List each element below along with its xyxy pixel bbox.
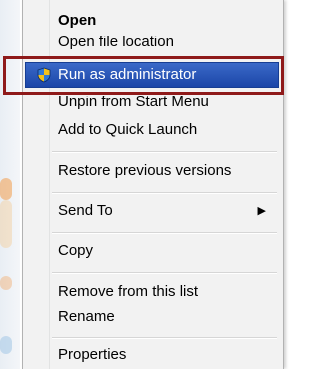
background-icon (0, 178, 12, 200)
background-window (0, 0, 20, 369)
chevron-right-icon: ▶ (257, 205, 266, 217)
menu-separator (52, 192, 277, 194)
menu-item-label: Unpin from Start Menu (58, 96, 209, 110)
uac-shield-icon (37, 67, 51, 83)
background-icon (0, 336, 12, 354)
menu-item-open-file-location[interactable]: Open file location (26, 36, 278, 53)
menu-item-run-as-administrator[interactable]: Run as administrator (25, 62, 279, 88)
menu-item-label: Send To (58, 202, 113, 219)
menu-separator (52, 272, 277, 274)
menu-item-label: Open file location (58, 36, 174, 50)
menu-item-unpin-start-menu[interactable]: Unpin from Start Menu (26, 96, 278, 113)
menu-item-restore-previous-versions[interactable]: Restore previous versions (26, 159, 278, 183)
menu-separator (52, 151, 277, 153)
menu-item-label: Open (58, 12, 97, 29)
menu-item-label: Run as administrator (58, 66, 197, 83)
menu-item-label: Copy (58, 242, 94, 259)
menu-item-send-to[interactable]: Send To ▶ (26, 199, 278, 223)
menu-item-label: Add to Quick Launch (58, 121, 198, 138)
menu-item-copy[interactable]: Copy (26, 239, 278, 263)
menu-item-label: Properties (58, 346, 127, 363)
menu-item-label: Rename (58, 308, 115, 325)
menu-item-label: Remove from this list (58, 283, 199, 300)
menu-item-open[interactable]: Open (26, 9, 278, 33)
background-icon (0, 200, 12, 248)
menu-item-rename[interactable]: Rename (26, 305, 278, 329)
background-icon (0, 276, 12, 290)
menu-item-properties[interactable]: Properties (26, 343, 278, 367)
menu-separator (52, 337, 277, 339)
menu-item-remove-from-list[interactable]: Remove from this list (26, 280, 278, 304)
context-menu: Open Open file location Run as administr… (22, 0, 284, 369)
menu-separator (52, 232, 277, 234)
menu-item-label: Restore previous versions (58, 162, 232, 179)
menu-item-add-quick-launch[interactable]: Add to Quick Launch (26, 118, 278, 142)
